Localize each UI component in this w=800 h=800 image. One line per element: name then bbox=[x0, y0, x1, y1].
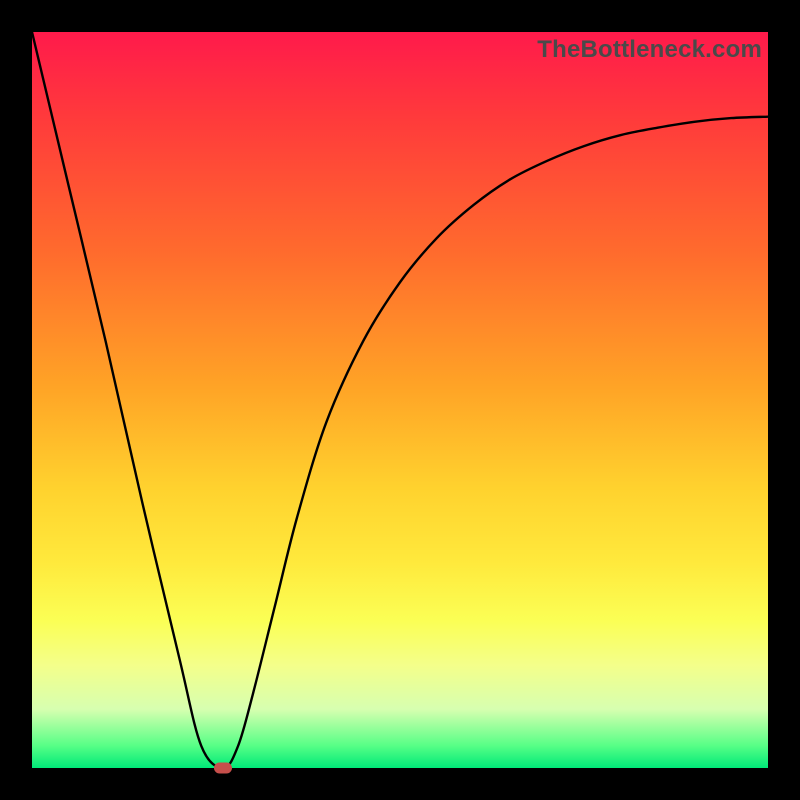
chart-frame: TheBottleneck.com bbox=[0, 0, 800, 800]
plot-area: TheBottleneck.com bbox=[32, 32, 768, 768]
watermark-text: TheBottleneck.com bbox=[537, 36, 762, 64]
bottleneck-curve bbox=[32, 32, 768, 768]
optimal-marker bbox=[214, 763, 232, 774]
